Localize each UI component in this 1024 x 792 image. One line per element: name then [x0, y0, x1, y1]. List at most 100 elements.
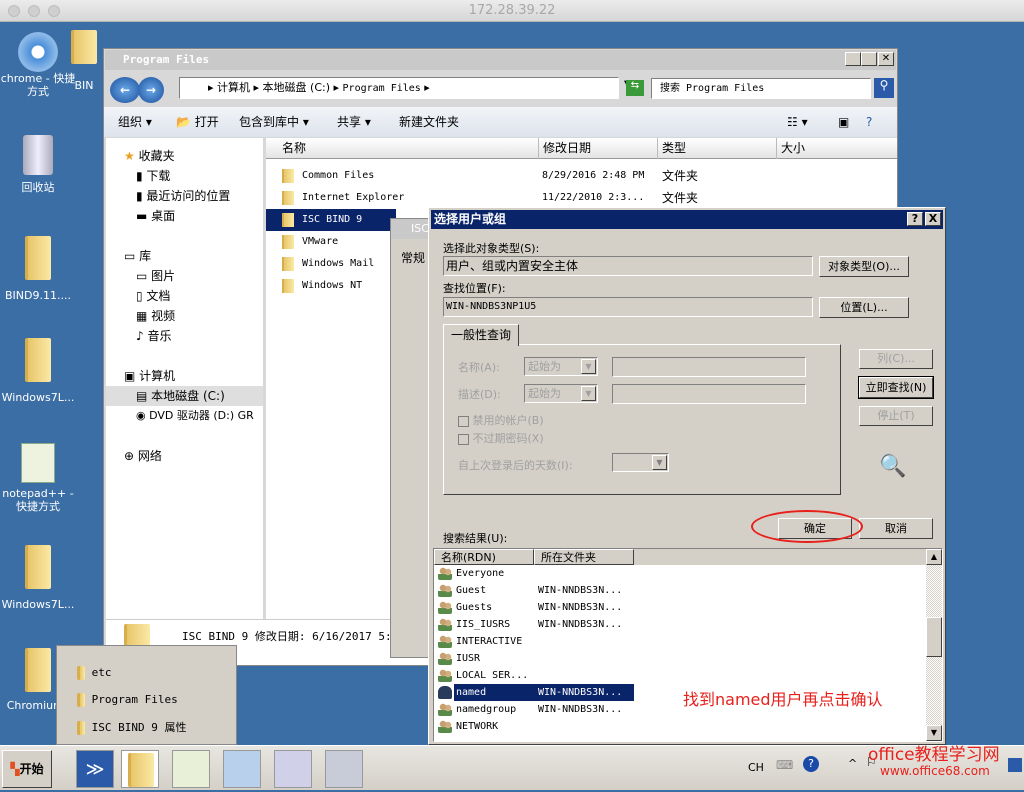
scroll-up-button[interactable]: ▲ [926, 549, 942, 565]
tab-common-queries[interactable]: 一般性查询 [443, 324, 519, 346]
close-button[interactable]: ✕ [878, 52, 894, 66]
nav-computer[interactable]: ▣ 计算机 [124, 366, 175, 386]
computer-taskbar-button[interactable] [325, 750, 363, 788]
results-list[interactable]: 名称(RDN) 所在文件夹 Everyone Guest WIN-NNDBS3N..… [433, 548, 943, 742]
result-row[interactable]: NETWORK [434, 718, 926, 735]
show-hidden-icons[interactable]: ^ [848, 757, 857, 770]
desktop-icon-windows7l[interactable]: Windows7L... [0, 338, 76, 404]
help-icon[interactable]: ? [866, 107, 872, 137]
watermark-url: www.office68.com [880, 764, 990, 778]
cancel-button[interactable]: 取消 [859, 518, 933, 539]
desktop-icon-bind9[interactable]: BIND9.11.... [0, 236, 76, 302]
name-mode-select[interactable]: 起始为 ▼ [524, 357, 598, 376]
help-icon[interactable]: ? [803, 756, 819, 772]
result-row[interactable]: LOCAL SER... [434, 667, 926, 684]
close-window-button[interactable] [8, 5, 20, 17]
zoom-window-button[interactable] [48, 5, 60, 17]
nav-downloads[interactable]: ▮ 下载 [136, 166, 170, 186]
show-desktop-button[interactable] [1008, 758, 1022, 772]
name-input[interactable] [612, 357, 806, 377]
keyboard-icon[interactable]: ⌨ [776, 758, 793, 772]
breadcrumb-computer[interactable]: 计算机 [217, 81, 250, 94]
nav-music[interactable]: ♪ 音乐 [136, 326, 172, 346]
share-menu[interactable]: 共享 ▾ [337, 107, 371, 137]
result-row[interactable]: Guests WIN-NNDBS3N... [434, 599, 926, 616]
location-field: WIN-NNDBS3NP1U5 [443, 297, 813, 317]
result-row[interactable]: Guest WIN-NNDBS3N... [434, 582, 926, 599]
file-row[interactable]: ISC BIND 9 [266, 209, 396, 231]
view-options-icon[interactable]: ☷ ▾ [787, 107, 808, 137]
desktop-icon-recycle-bin[interactable]: 回收站 [0, 135, 76, 194]
find-now-button[interactable]: 立即查找(N) [858, 376, 934, 399]
nav-videos[interactable]: ▦ 视频 [136, 306, 175, 326]
notepadpp-taskbar-button[interactable] [172, 750, 210, 788]
nav-favorites[interactable]: ★ 收藏夹 [124, 146, 175, 166]
breadcrumb-program-files[interactable]: Program Files [343, 83, 421, 94]
desktop-icon-notepadpp[interactable]: notepad++ - 快捷方式 [0, 443, 76, 513]
breadcrumb-local-disk[interactable]: 本地磁盘 (C:) [263, 81, 330, 94]
new-folder-button[interactable]: 新建文件夹 [399, 107, 459, 137]
stop-button[interactable]: 停止(T) [859, 406, 933, 426]
result-row[interactable]: IUSR [434, 650, 926, 667]
explorer-taskbar-button[interactable] [121, 750, 159, 788]
nav-desktop[interactable]: ▬ 桌面 [136, 206, 175, 226]
non-expiring-password-checkbox[interactable]: 不过期密码(X) [458, 430, 544, 446]
column-size[interactable]: 大小 [776, 138, 856, 159]
desktop-icon-windows7l-2[interactable]: Windows7L... [0, 545, 76, 611]
results-scrollbar[interactable]: ▲ ▼ [926, 549, 942, 741]
nav-recent[interactable]: ▮ 最近访问的位置 [136, 186, 230, 206]
help-button[interactable]: ? [907, 212, 923, 226]
file-row[interactable]: Internet Explorer 11/22/2010 2:3... 文件夹 [266, 187, 897, 209]
description-input[interactable] [612, 384, 806, 404]
nav-pictures[interactable]: ▭ 图片 [136, 266, 175, 286]
nav-network[interactable]: ⊕ 网络 [124, 446, 162, 466]
start-button[interactable]: ▚开始 [2, 750, 52, 788]
open-button[interactable]: 📂 打开 [176, 107, 219, 137]
column-name[interactable]: 名称 [282, 138, 306, 159]
file-row[interactable]: Common Files 8/29/2016 2:48 PM 文件夹 [266, 165, 897, 187]
nav-documents[interactable]: ▯ 文档 [136, 286, 170, 306]
forward-button[interactable]: → [138, 77, 164, 103]
column-folder[interactable]: 所在文件夹 [534, 549, 634, 565]
language-indicator[interactable]: CH [748, 761, 764, 774]
column-type[interactable]: 类型 [657, 138, 775, 159]
result-row[interactable]: Everyone [434, 565, 926, 582]
include-library-menu[interactable]: 包含到库中 ▾ [239, 107, 309, 137]
object-types-button[interactable]: 对象类型(O)... [819, 256, 909, 277]
desktop-icon-bind[interactable]: BIN [62, 30, 106, 92]
locations-button[interactable]: 位置(L)... [819, 297, 909, 318]
scroll-down-button[interactable]: ▼ [926, 725, 942, 741]
back-button[interactable]: ← [110, 77, 140, 103]
minimize-button[interactable] [845, 52, 861, 66]
jump-item-etc[interactable]: etc [77, 666, 112, 680]
close-button[interactable]: X [925, 212, 941, 226]
disabled-accounts-checkbox[interactable]: 禁用的帐户(B) [458, 412, 544, 428]
network-taskbar-button[interactable] [274, 750, 312, 788]
search-icon[interactable]: ⚲ [874, 78, 894, 98]
search-input[interactable]: 搜索 Program Files [651, 78, 871, 99]
nav-dvd[interactable]: ◉ DVD 驱动器 (D:) GR [136, 406, 254, 426]
result-row[interactable]: IIS_IUSRS WIN-NNDBS3N... [434, 616, 926, 633]
refresh-icon[interactable]: ⇆ [626, 80, 644, 96]
minimize-window-button[interactable] [28, 5, 40, 17]
column-name-rdn[interactable]: 名称(RDN) [434, 549, 534, 565]
address-bar[interactable]: ▸ 计算机 ▸ 本地磁盘 (C:) ▸ Program Files ▸ [179, 77, 619, 99]
jump-item-program-files[interactable]: Program Files [77, 693, 178, 707]
tab-general[interactable]: 常规 [401, 249, 425, 266]
result-row[interactable]: INTERACTIVE [434, 633, 926, 650]
days-select[interactable]: ▼ [612, 453, 669, 472]
scroll-thumb[interactable] [926, 617, 942, 657]
server-manager-taskbar-button[interactable] [223, 750, 261, 788]
folder-icon [77, 721, 85, 735]
organize-menu[interactable]: 组织 ▾ [118, 107, 152, 137]
powershell-taskbar-button[interactable]: ≫ [76, 750, 114, 788]
nav-libraries[interactable]: ▭ 库 [124, 246, 151, 266]
label: 图片 [151, 269, 176, 283]
maximize-button[interactable] [861, 52, 877, 66]
nav-local-disk[interactable]: ▤ 本地磁盘 (C:) [106, 386, 263, 406]
column-date[interactable]: 修改日期 [538, 138, 656, 159]
preview-pane-icon[interactable]: ▣ [838, 107, 849, 137]
columns-button[interactable]: 列(C)... [859, 349, 933, 369]
description-mode-select[interactable]: 起始为 ▼ [524, 384, 598, 403]
jump-item-bind-properties[interactable]: ISC BIND 9 属性 [77, 719, 186, 735]
